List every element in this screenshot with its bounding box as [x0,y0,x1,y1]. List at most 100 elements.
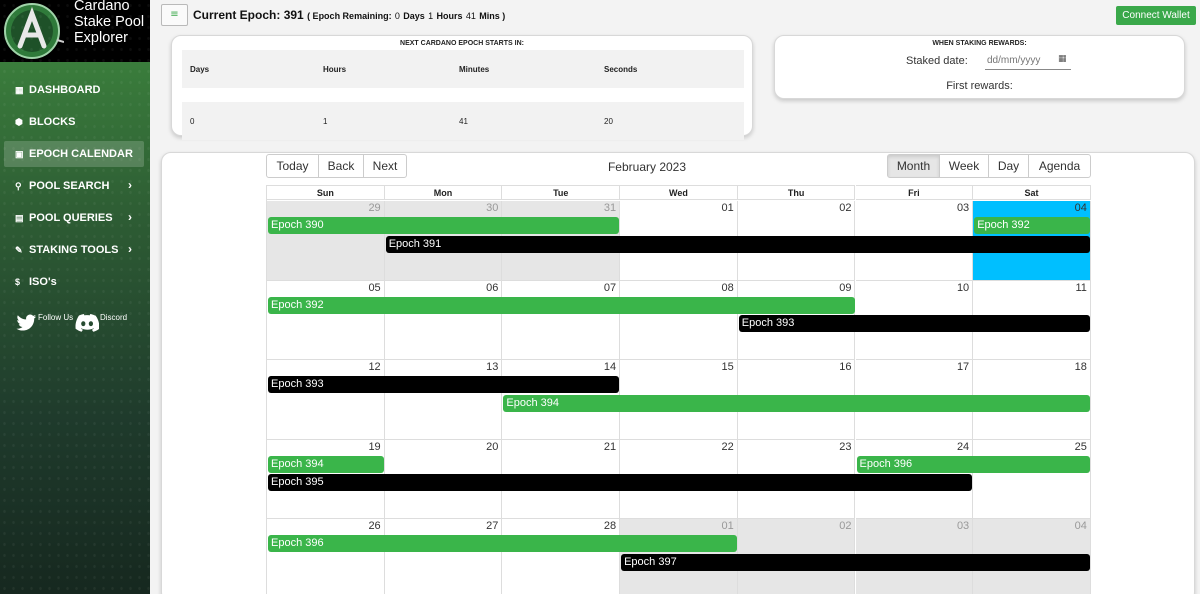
day-cell[interactable]: 07 [502,280,621,360]
day-number[interactable]: 01 [722,520,734,532]
search-icon: ⚲ [15,180,22,191]
day-number[interactable]: 27 [486,520,498,532]
next-epoch-card: NEXT CARDANO EPOCH STARTS IN: Days Hours… [171,35,753,140]
weekday-header: Tue [502,185,621,200]
day-number[interactable]: 22 [722,441,734,453]
sidebar-item-label: DASHBOARD [29,84,101,96]
grid-icon: ▦ [15,84,24,95]
day-number[interactable]: 11 [1075,282,1086,294]
view-week-button[interactable]: Week [939,154,989,178]
sidebar-item-staking-tools[interactable]: ✎ STAKING TOOLS › [4,237,144,263]
calendar-event[interactable]: Epoch 393 [738,315,1090,332]
epoch-calendar: Today Back Next February 2023 Month Week… [161,152,1195,594]
day-number[interactable]: 12 [368,361,380,373]
column-header: Hours [323,65,347,74]
day-cell[interactable]: 25 [973,439,1091,519]
twitter-icon[interactable] [16,314,37,332]
day-number[interactable]: 03 [957,520,969,532]
day-number[interactable]: 01 [722,202,734,214]
hamburger-icon: ≡ [170,9,179,20]
brand-title-line: Explorer [74,30,128,46]
discord-icon[interactable] [75,314,99,332]
day-number[interactable]: 02 [839,202,851,214]
calendar-event[interactable]: Epoch 394 [503,394,1090,412]
sidebar-item-isos[interactable]: $ ISO's [4,269,144,295]
day-cell[interactable]: 27 [384,519,503,594]
today-button[interactable]: Today [266,154,319,178]
day-cell[interactable]: 26 [267,519,385,594]
day-cell[interactable]: 05 [267,280,385,360]
calendar-event[interactable]: Epoch 393 [268,376,620,393]
sidebar-item-blocks[interactable]: ⬢ BLOCKS [4,109,144,135]
sidebar-item-epoch-calendar[interactable]: ▣ EPOCH CALENDAR [4,141,144,167]
calendar-event[interactable]: Epoch 391 [385,235,1090,253]
day-cell[interactable]: 13 [384,360,503,440]
day-cell[interactable]: 08 [620,280,738,360]
brand-title-line: Stake Pool [74,14,145,30]
sidebar-item-pool-search[interactable]: ⚲ POOL SEARCH › [4,173,144,199]
day-number[interactable]: 24 [957,441,969,453]
remaining-hours-value: 1 [428,11,434,21]
calendar-event[interactable]: Epoch 390 [268,217,620,234]
day-number[interactable]: 07 [604,282,616,294]
weekday-header: Mon [384,185,503,200]
connect-wallet-button[interactable]: Connect Wallet [1116,6,1196,25]
back-button[interactable]: Back [318,154,364,178]
day-number[interactable]: 30 [486,202,498,214]
day-number[interactable]: 04 [1075,202,1087,214]
next-button[interactable]: Next [363,154,407,178]
calendar-event[interactable]: Epoch 392 [268,296,855,314]
cube-icon: ⬢ [15,116,23,127]
twitter-label[interactable]: Follow Us [38,313,73,322]
sidebar-item-label: EPOCH CALENDAR [29,148,133,160]
day-number[interactable]: 10 [957,282,969,294]
day-number[interactable]: 06 [486,282,498,294]
calendar-event[interactable]: Epoch 396 [856,455,1090,473]
calendar-event[interactable]: Epoch 392 [974,217,1090,234]
day-number[interactable]: 28 [604,520,616,532]
day-number[interactable]: 09 [839,282,851,294]
day-number[interactable]: 26 [368,520,380,532]
day-number[interactable]: 25 [1075,441,1087,453]
day-cell[interactable]: 29 [267,201,385,281]
day-number[interactable]: 23 [839,441,851,453]
day-number[interactable]: 17 [957,361,969,373]
calendar-picker-icon[interactable]: ▦ [1058,54,1067,64]
day-number[interactable]: 16 [839,361,851,373]
weekday-header: Sat [973,185,1091,200]
sidebar-item-label: POOL SEARCH [29,180,110,192]
day-number[interactable]: 04 [1075,520,1087,532]
day-number[interactable]: 14 [604,361,616,373]
day-number[interactable]: 19 [368,441,380,453]
sidebar-item-pool-queries[interactable]: ▤ POOL QUERIES › [4,205,144,231]
day-number[interactable]: 05 [368,282,380,294]
calendar-event[interactable]: Epoch 396 [268,535,737,552]
view-agenda-button[interactable]: Agenda [1028,154,1091,178]
brand-title: Cardano Stake Pool Explorer [74,0,150,46]
calendar-event[interactable]: Epoch 397 [621,553,1090,571]
day-number[interactable]: 03 [957,202,969,214]
day-number[interactable]: 29 [368,202,380,214]
view-month-button[interactable]: Month [887,154,940,178]
view-day-button[interactable]: Day [988,154,1029,178]
day-number[interactable]: 08 [722,282,734,294]
brand-header[interactable]: Cardano Stake Pool Explorer [0,0,150,62]
day-number[interactable]: 13 [486,361,498,373]
day-number[interactable]: 15 [722,361,734,373]
document-icon: ▤ [15,212,24,223]
staking-rewards-title: WHEN STAKING REWARDS: [932,40,1027,47]
day-number[interactable]: 31 [604,202,616,214]
day-number[interactable]: 20 [486,441,498,453]
minutes-value: 41 [459,117,468,126]
discord-label[interactable]: Discord [100,313,127,322]
calendar-event[interactable]: Epoch 394 [268,455,384,473]
day-number[interactable]: 21 [604,441,616,453]
day-number[interactable]: 02 [839,520,851,532]
day-cell[interactable]: 06 [384,280,503,360]
sidebar-item-dashboard[interactable]: ▦ DASHBOARD [4,77,144,103]
calendar-event[interactable]: Epoch 395 [268,474,973,491]
day-cell[interactable]: 28 [502,519,621,594]
menu-toggle-button[interactable]: ≡ [161,4,188,26]
day-number[interactable]: 18 [1075,361,1087,373]
day-cell[interactable]: 12 [267,360,385,440]
